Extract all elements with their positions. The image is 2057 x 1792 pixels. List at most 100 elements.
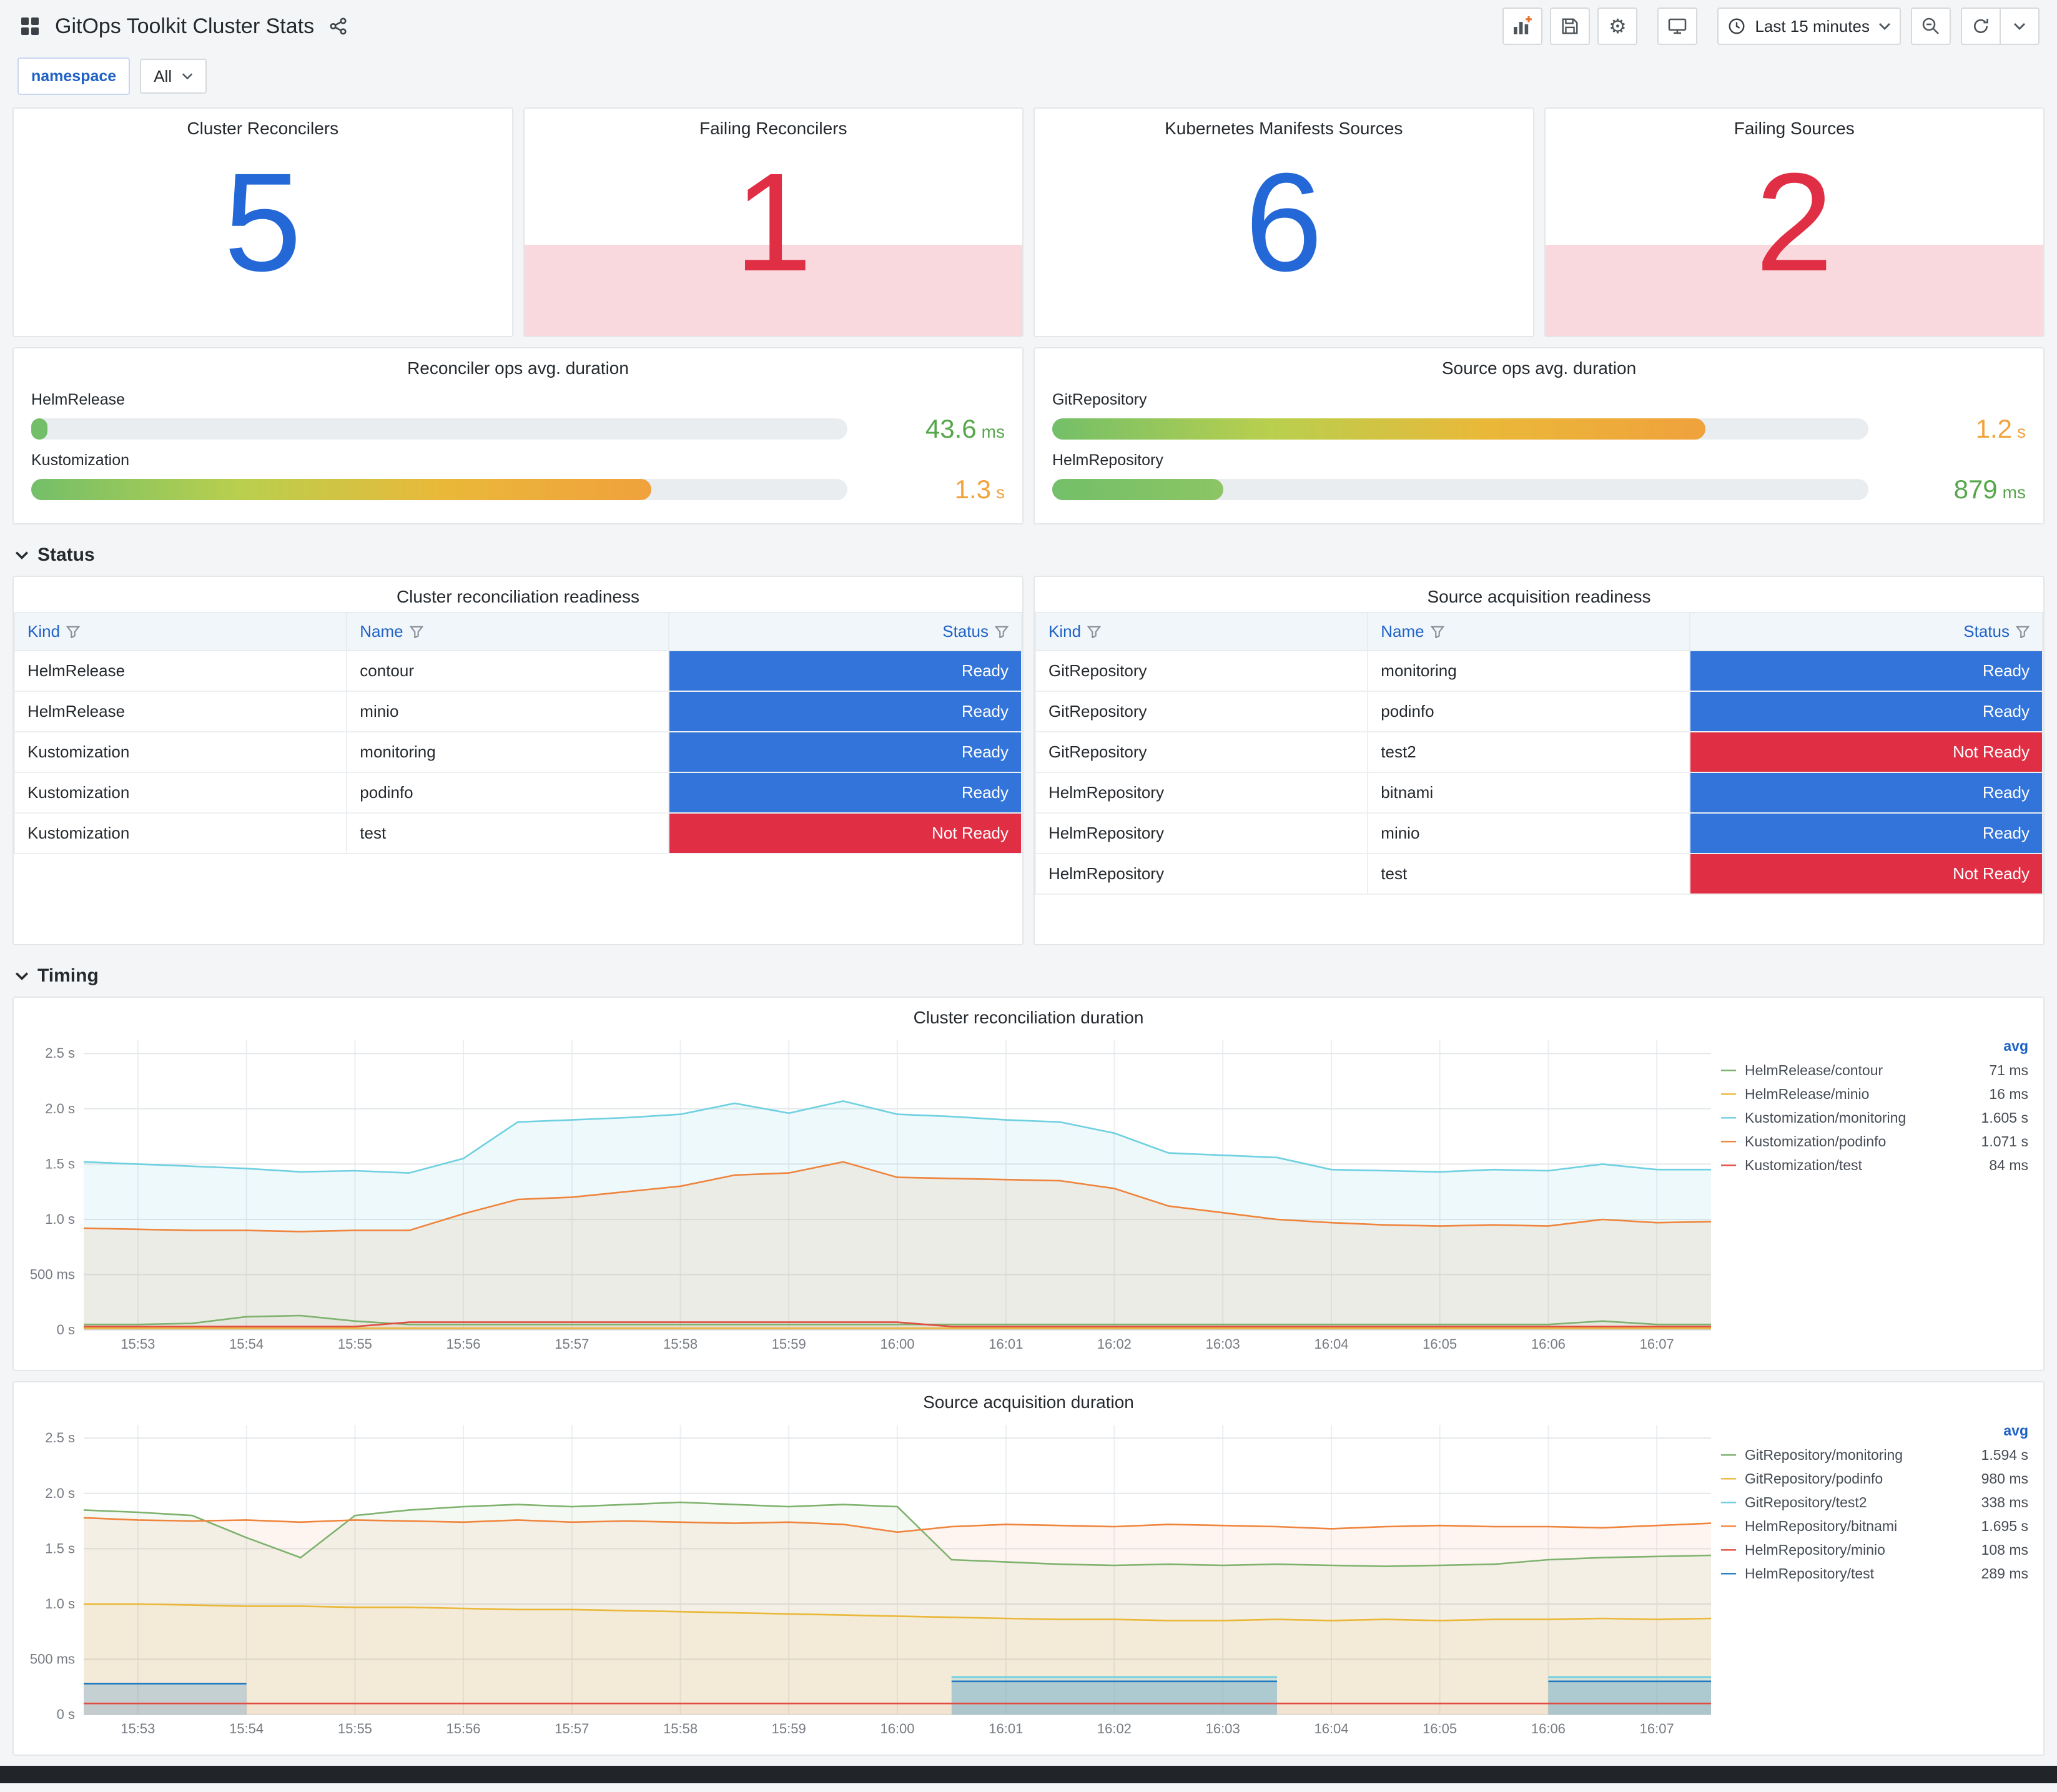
save-icon xyxy=(1562,18,1578,34)
legend-series-avg: 1.695 s xyxy=(1981,1517,2028,1534)
legend-series-avg: 1.594 s xyxy=(1981,1446,2028,1463)
variable-namespace-value[interactable]: All xyxy=(140,59,207,94)
zoom-out-time-button[interactable] xyxy=(1911,7,1951,45)
legend-series-swatch: — xyxy=(1721,1061,1736,1078)
bar-gauge-fill xyxy=(31,418,48,440)
svg-text:16:04: 16:04 xyxy=(1314,1336,1348,1352)
svg-text:16:01: 16:01 xyxy=(989,1721,1023,1736)
bar-gauge-label: HelmRelease xyxy=(31,391,126,408)
legend-series-swatch: — xyxy=(1721,1541,1736,1558)
add-panel-button[interactable] xyxy=(1502,7,1543,45)
svg-text:15:57: 15:57 xyxy=(555,1721,589,1736)
svg-text:15:56: 15:56 xyxy=(446,1721,480,1736)
svg-text:16:05: 16:05 xyxy=(1423,1336,1457,1352)
column-header-status[interactable]: Status xyxy=(668,612,1023,651)
variable-namespace-label[interactable]: namespace xyxy=(17,57,131,95)
chevron-down-icon xyxy=(1879,23,1890,30)
time-series-plot[interactable]: 15:53 15:54 15:55 15:56 15:57 15:58 15:59 16:00… xyxy=(21,1033,1721,1355)
status-badge: Ready xyxy=(668,691,1023,732)
table-row: Kustomization test Not Ready xyxy=(13,812,1023,854)
time-range-picker[interactable]: Last 15 minutes xyxy=(1717,7,1901,45)
panel-title[interactable]: Source acquisition readiness xyxy=(1035,577,2043,612)
table-row: Kustomization monitoring Ready xyxy=(13,731,1023,773)
save-dashboard-button[interactable] xyxy=(1550,7,1591,45)
bar-gauge-label: Kustomization xyxy=(31,451,130,469)
legend-item[interactable]: — GitRepository/test2 338 ms xyxy=(1721,1490,2028,1514)
legend-series-name: HelmRelease/minio xyxy=(1745,1085,1870,1102)
legend-item[interactable]: — GitRepository/podinfo 980 ms xyxy=(1721,1467,2028,1490)
column-header-name[interactable]: Name xyxy=(346,612,670,651)
svg-text:16:02: 16:02 xyxy=(1097,1336,1132,1352)
legend-item[interactable]: — HelmRepository/bitnami 1.695 s xyxy=(1721,1514,2028,1538)
cell-kind: Kustomization xyxy=(13,731,348,773)
bar-gauge-fill xyxy=(1052,418,1705,440)
share-icon[interactable] xyxy=(327,14,350,38)
table-row: GitRepository podinfo Ready xyxy=(1034,691,2044,732)
table-row: GitRepository monitoring Ready xyxy=(1034,650,2044,692)
table-row: HelmRelease contour Ready xyxy=(13,650,1023,692)
cell-kind: Kustomization xyxy=(13,772,348,814)
bar-gauge-row: HelmRepository 879 ms xyxy=(1052,451,2026,505)
status-badge: Not Ready xyxy=(668,812,1023,854)
section-row-status[interactable]: Status xyxy=(12,534,2045,576)
svg-text:2.0 s: 2.0 s xyxy=(45,1101,75,1116)
refresh-interval-dropdown[interactable] xyxy=(2000,7,2040,45)
refresh-button[interactable] xyxy=(1961,7,2001,45)
status-badge: Ready xyxy=(668,650,1023,692)
legend-item[interactable]: — HelmRepository/minio 108 ms xyxy=(1721,1538,2028,1562)
panel-title[interactable]: Source ops avg. duration xyxy=(1052,348,2026,383)
time-series-plot[interactable]: 15:53 15:54 15:55 15:56 15:57 15:58 15:59 16:00… xyxy=(21,1417,1721,1740)
column-header-kind[interactable]: Kind xyxy=(1034,612,1369,651)
tv-mode-button[interactable] xyxy=(1657,7,1698,45)
column-header-status[interactable]: Status xyxy=(1689,612,2044,651)
legend-series-name: HelmRepository/bitnami xyxy=(1745,1517,1898,1534)
panel-title[interactable]: Source acquisition duration xyxy=(21,1382,2036,1417)
stat-panel-kubernetes-manifests-sources: Kubernetes Manifests Sources 6 xyxy=(1033,107,1534,337)
legend-item[interactable]: — GitRepository/monitoring 1.594 s xyxy=(1721,1443,2028,1467)
filter-icon xyxy=(66,626,81,639)
dashboard-settings-button[interactable]: ⚙ xyxy=(1597,7,1638,45)
chevron-down-icon xyxy=(15,551,29,559)
panel-title[interactable]: Cluster reconciliation duration xyxy=(21,998,2036,1033)
legend-item[interactable]: — HelmRelease/minio 16 ms xyxy=(1721,1082,2028,1106)
stat-panel-failing-sources: Failing Sources 2 xyxy=(1544,107,2045,337)
legend-series-name: GitRepository/monitoring xyxy=(1745,1446,1903,1463)
svg-text:16:07: 16:07 xyxy=(1640,1336,1674,1352)
cell-name: test xyxy=(346,812,670,854)
legend-item[interactable]: — HelmRelease/contour 71 ms xyxy=(1721,1058,2028,1082)
cell-kind: Kustomization xyxy=(13,812,348,854)
svg-text:0 s: 0 s xyxy=(57,1706,75,1722)
cell-kind: HelmRepository xyxy=(1034,772,1369,814)
panel-cluster-reconciliation-duration: Cluster reconciliation duration 15:53 15:… xyxy=(12,997,2045,1371)
panel-title[interactable]: Cluster reconciliation readiness xyxy=(14,577,1022,612)
section-label: Status xyxy=(37,544,95,565)
legend-item[interactable]: — Kustomization/podinfo 1.071 s xyxy=(1721,1130,2028,1153)
column-header-kind[interactable]: Kind xyxy=(13,612,348,651)
table-row: HelmRepository test Not Ready xyxy=(1034,853,2044,895)
filter-icon xyxy=(1430,626,1444,639)
svg-text:0 s: 0 s xyxy=(57,1322,75,1337)
panel-cluster-reconciliation-readiness: Cluster reconciliation readiness Kind Na… xyxy=(12,576,1024,945)
section-row-timing[interactable]: Timing xyxy=(12,955,2045,997)
legend-series-avg: 338 ms xyxy=(1981,1494,2028,1510)
svg-text:16:03: 16:03 xyxy=(1206,1336,1240,1352)
stats-row: Cluster Reconcilers 5 Failing Reconciler… xyxy=(12,107,2045,337)
svg-text:15:55: 15:55 xyxy=(338,1336,372,1352)
bar-chart-add-icon xyxy=(1514,16,1532,34)
svg-text:1.5 s: 1.5 s xyxy=(45,1540,75,1556)
legend-item[interactable]: — Kustomization/monitoring 1.605 s xyxy=(1721,1106,2028,1130)
dashboard-grid-icon[interactable] xyxy=(17,14,42,39)
cell-name: podinfo xyxy=(346,772,670,814)
svg-text:15:55: 15:55 xyxy=(338,1721,372,1736)
stat-value: 2 xyxy=(1755,144,1833,300)
svg-text:1.5 s: 1.5 s xyxy=(45,1156,75,1171)
legend-series-avg: 71 ms xyxy=(1989,1061,2028,1078)
column-header-name[interactable]: Name xyxy=(1367,612,1691,651)
legend-item[interactable]: — HelmRepository/test 289 ms xyxy=(1721,1562,2028,1585)
legend-series-avg: 289 ms xyxy=(1981,1565,2028,1582)
legend-series-swatch: — xyxy=(1721,1109,1736,1126)
section-label: Timing xyxy=(37,965,99,986)
legend-item[interactable]: — Kustomization/test 84 ms xyxy=(1721,1153,2028,1177)
svg-text:16:02: 16:02 xyxy=(1097,1721,1132,1736)
panel-title[interactable]: Reconciler ops avg. duration xyxy=(31,348,1005,383)
